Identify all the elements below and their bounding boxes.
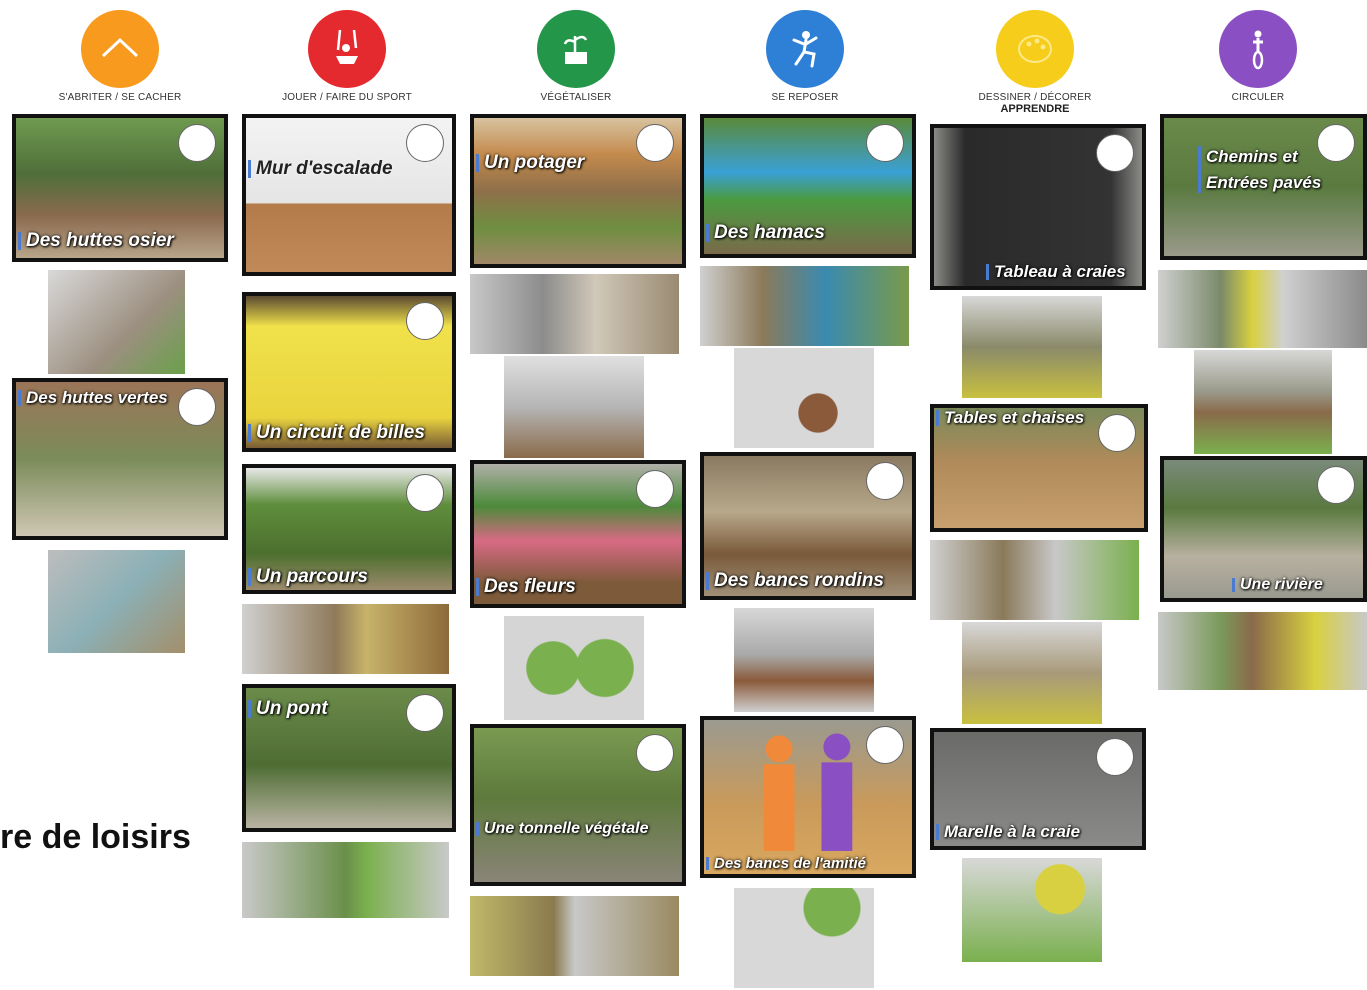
model-thumbnail [504,356,644,458]
option-card: Une rivière [1160,456,1367,602]
card-caption: Des fleurs [476,576,576,597]
card-caption: Mur d'escalade [248,158,393,179]
select-circle[interactable] [1098,414,1136,452]
category-shelter: S'ABRITER / SE CACHER [25,10,215,103]
option-card: Une tonnelle végétale [470,724,686,886]
category-label: VÉGÉTALISER [540,92,612,103]
card-caption: Une tonnelle végétale [476,820,649,837]
select-circle[interactable] [178,388,216,426]
option-card: Un circuit de billes [242,292,456,452]
category-label: S'ABRITER / SE CACHER [58,92,182,103]
model-thumbnail [48,270,185,374]
option-card: Chemins et Entrées pavés [1160,114,1367,260]
model-thumbnail [734,348,874,448]
model-thumbnail [1158,270,1367,348]
select-circle[interactable] [866,726,904,764]
option-card: Des bancs de l'amitié [700,716,916,878]
select-circle[interactable] [1096,738,1134,776]
card-caption: Une rivière [1232,576,1323,593]
card-caption: Tableau à craies [986,262,1126,281]
select-circle[interactable] [866,462,904,500]
relax-icon [766,10,844,88]
card-caption: Des huttes vertes [18,388,168,407]
card-caption: Des hamacs [706,222,825,243]
model-thumbnail [734,608,874,712]
select-circle[interactable] [406,474,444,512]
model-thumbnail [470,896,679,976]
model-thumbnail [962,858,1102,962]
model-thumbnail [700,266,909,346]
category-label: CIRCULER [1231,92,1285,103]
palette-icon [996,10,1074,88]
model-thumbnail [1158,612,1367,690]
model-thumbnail [470,274,679,354]
select-circle[interactable] [636,124,674,162]
category-play: JOUER / FAIRE DU SPORT [252,10,442,103]
category-label: SE REPOSER [771,92,839,103]
select-circle[interactable] [1317,124,1355,162]
option-card: Un pont [242,684,456,832]
select-circle[interactable] [178,124,216,162]
option-card: Des fleurs [470,460,686,608]
card-caption: Un circuit de billes [248,422,425,443]
option-card: Des huttes vertes [12,378,228,540]
category-label: DESSINER / DÉCORER [978,92,1092,103]
model-thumbnail [48,550,185,653]
card-caption: Marelle à la craie [935,822,1081,841]
card-caption: Des bancs de l'amitié [706,855,866,872]
model-thumbnail [962,622,1102,724]
card-caption: Tables et chaises [935,408,1085,427]
model-thumbnail [962,296,1102,398]
model-thumbnail [504,616,644,720]
category-rest: SE REPOSER [710,10,900,103]
select-circle[interactable] [636,734,674,772]
card-caption: Un potager [475,152,585,173]
bike-icon [1219,10,1297,88]
model-thumbnail [734,888,874,988]
option-card: Tables et chaises [930,404,1148,532]
option-card: Tableau à craies [930,124,1146,290]
option-card: Un potager [470,114,686,268]
model-thumbnail [930,540,1139,620]
model-thumbnail [1194,350,1332,454]
select-circle[interactable] [406,124,444,162]
category-sublabel: APPRENDRE [1000,103,1070,115]
option-card: Marelle à la craie [930,728,1146,850]
shelter-icon [81,10,159,88]
option-card: Un parcours [242,464,456,594]
category-green: VÉGÉTALISER [481,10,671,103]
select-circle[interactable] [406,302,444,340]
side-title: re de loisirs [0,818,191,856]
category-label: JOUER / FAIRE DU SPORT [282,92,412,103]
select-circle[interactable] [1096,134,1134,172]
card-caption: Des huttes osier [18,230,174,251]
select-circle[interactable] [1317,466,1355,504]
swing-icon [308,10,386,88]
model-thumbnail [242,842,449,918]
option-card: Des huttes osier [12,114,228,262]
plant-icon [537,10,615,88]
card-caption: Un pont [248,698,328,719]
card-caption: Des bancs rondins [706,570,884,591]
card-caption: Un parcours [248,566,368,587]
select-circle[interactable] [866,124,904,162]
option-card: Des bancs rondins [700,452,916,600]
option-card: Mur d'escalade [242,114,456,276]
select-circle[interactable] [406,694,444,732]
category-move: CIRCULER [1163,10,1353,103]
category-draw: DESSINER / DÉCORER APPRENDRE [940,10,1130,115]
option-card: Des hamacs [700,114,916,258]
select-circle[interactable] [636,470,674,508]
model-thumbnail [242,604,449,674]
